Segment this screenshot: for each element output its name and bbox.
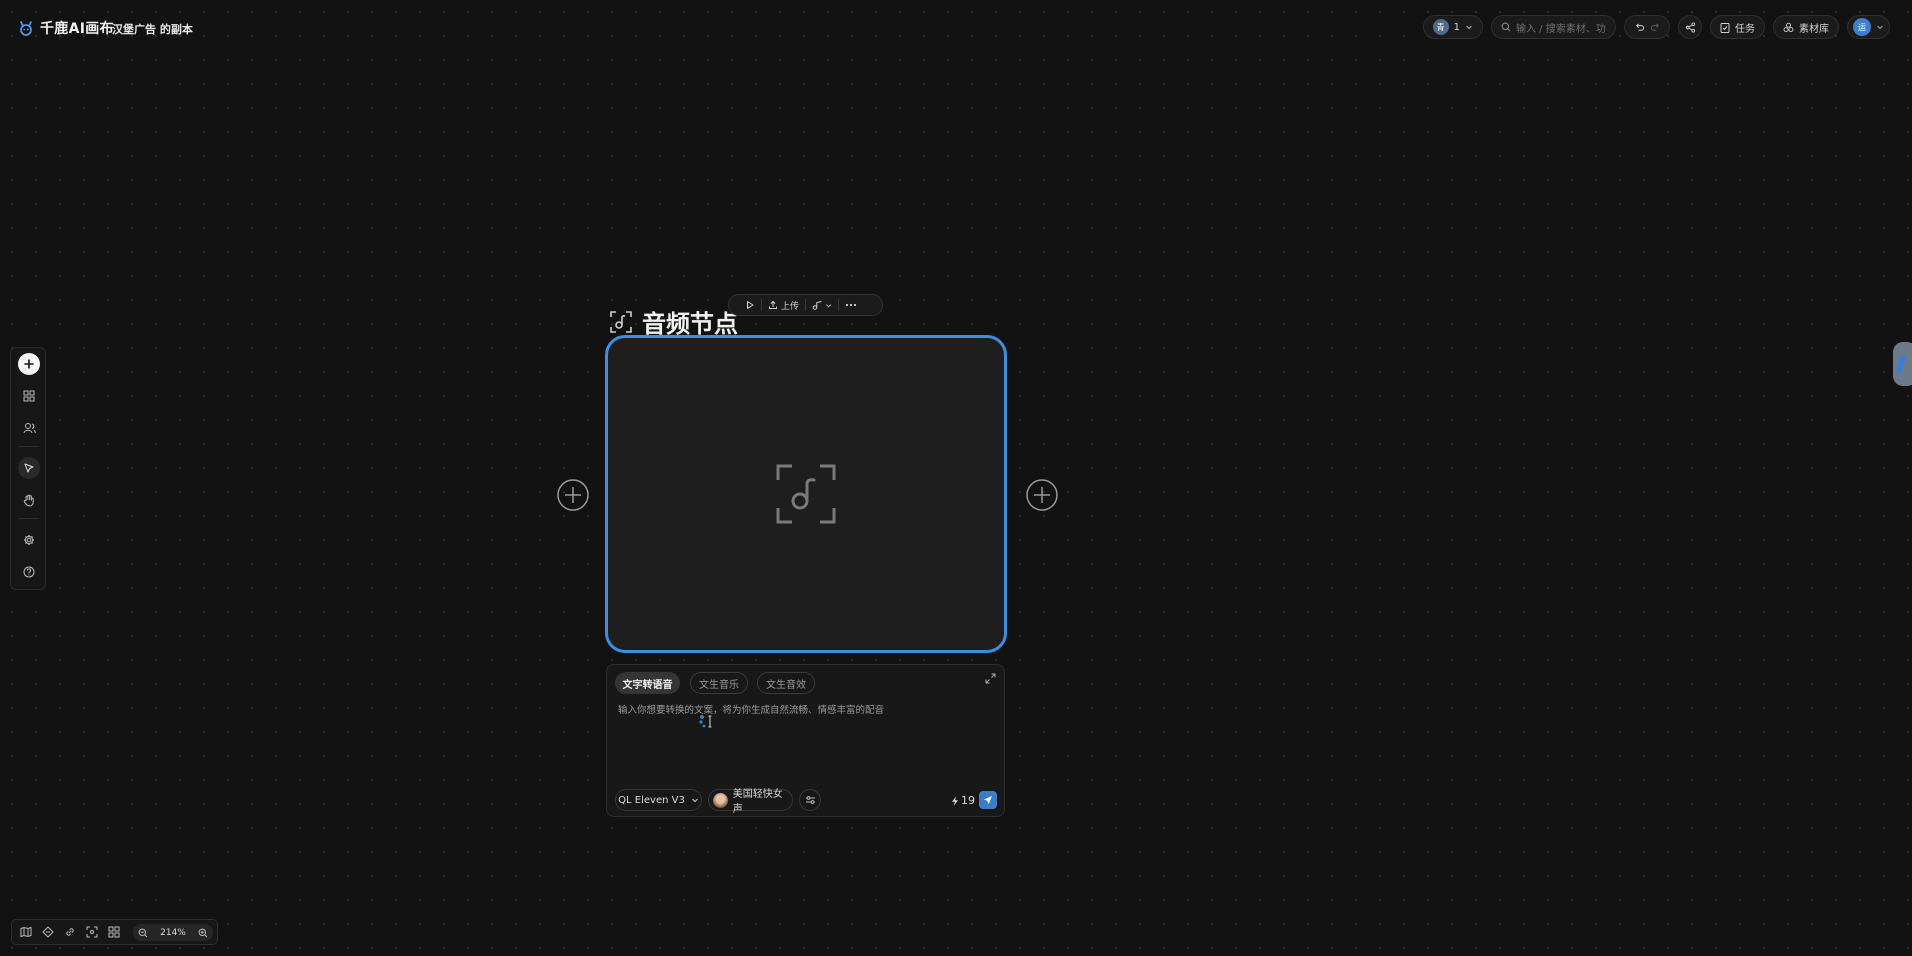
- search-placeholder: 输入 / 搜索素材、功能: [1516, 23, 1606, 35]
- history-controls: [1624, 15, 1670, 39]
- audio-type-dropdown[interactable]: [812, 300, 832, 310]
- node-toolbar: 上传: [728, 294, 883, 316]
- side-panel-tab[interactable]: [1893, 342, 1912, 386]
- voice-avatar: [713, 792, 728, 808]
- grid-icon[interactable]: [108, 926, 120, 938]
- lightning-icon: [951, 796, 959, 806]
- users-tool[interactable]: [18, 417, 40, 439]
- share-button[interactable]: [1678, 15, 1702, 39]
- brand-name: 千鹿AI画布: [40, 21, 114, 37]
- tab-text-to-sfx[interactable]: 文生音效: [757, 672, 815, 694]
- chevron-down-icon: [691, 796, 699, 804]
- zoom-level[interactable]: 214%: [160, 928, 186, 938]
- gear-icon: [23, 534, 35, 546]
- bottom-toolbar: 214%: [11, 919, 218, 945]
- link-icon[interactable]: [64, 926, 76, 938]
- loading-spinner-icon: [698, 713, 716, 729]
- plus-icon: [23, 358, 35, 370]
- zoom-control: 214%: [133, 924, 213, 941]
- grid-tool[interactable]: [18, 385, 40, 407]
- play-icon[interactable]: [745, 300, 755, 310]
- hand-icon: [23, 494, 35, 507]
- left-toolbar: [10, 347, 46, 590]
- upload-button[interactable]: 上传: [768, 299, 799, 312]
- node-title[interactable]: 音频节点: [642, 304, 738, 339]
- map-icon[interactable]: [20, 926, 32, 938]
- clipboard-icon: [1720, 22, 1730, 33]
- more-icon[interactable]: [845, 303, 857, 307]
- share-icon: [1685, 21, 1696, 33]
- prompt-input[interactable]: 输入你想要转换的文案，将为你生成自然流畅、情感丰富的配音: [618, 702, 884, 716]
- plus-circle-icon: [1026, 479, 1058, 511]
- document-title[interactable]: 汉堡广告 的副本: [112, 21, 193, 37]
- user-avatar: 运: [1853, 18, 1871, 36]
- add-left-node-button[interactable]: [557, 479, 589, 511]
- collaborators-button[interactable]: 青 1: [1422, 15, 1483, 39]
- help-icon: [23, 566, 35, 578]
- settings-tool[interactable]: [18, 529, 40, 551]
- member-count: 1: [1453, 21, 1460, 33]
- user-menu[interactable]: 运: [1847, 15, 1890, 39]
- send-button[interactable]: [979, 791, 997, 809]
- audio-node-card[interactable]: [605, 335, 1007, 653]
- upload-icon: [768, 300, 778, 310]
- sliders-icon: [805, 795, 816, 805]
- member-avatar: 青: [1432, 19, 1449, 35]
- send-icon: [983, 795, 993, 805]
- zoom-in-icon[interactable]: [198, 928, 208, 938]
- voice-select[interactable]: 美国轻快女声: [708, 789, 793, 815]
- tasks-label: 任务: [1735, 23, 1755, 35]
- search-input[interactable]: 输入 / 搜索素材、功能: [1491, 15, 1616, 39]
- users-icon: [23, 422, 36, 434]
- brand[interactable]: 千鹿AI画布: [18, 18, 114, 38]
- zoom-out-icon[interactable]: [138, 928, 148, 938]
- select-tool[interactable]: [18, 457, 40, 479]
- fit-icon[interactable]: [86, 926, 98, 938]
- chevron-down-icon: [1876, 23, 1884, 31]
- credits-value: 19: [961, 794, 975, 807]
- node-header: 音频节点: [610, 304, 738, 339]
- connect-icon[interactable]: [42, 926, 54, 938]
- search-icon: [1501, 22, 1511, 32]
- voice-settings-button[interactable]: [799, 789, 821, 811]
- chevron-down-icon: [825, 302, 832, 309]
- tab-text-to-music[interactable]: 文生音乐: [690, 672, 748, 694]
- model-select[interactable]: QL Eleven V3: [615, 789, 702, 811]
- undo-icon[interactable]: [1634, 22, 1645, 33]
- hand-tool[interactable]: [18, 489, 40, 511]
- generation-panel: 文字转语音 文生音乐 文生音效 输入你想要转换的文案，将为你生成自然流畅、情感丰…: [606, 664, 1005, 817]
- pointer-icon: [23, 462, 35, 474]
- tab-text-to-speech[interactable]: 文字转语音: [615, 672, 680, 694]
- upload-label: 上传: [781, 301, 800, 312]
- audio-placeholder-icon: [776, 464, 836, 524]
- topbar: 青 1 输入 / 搜索素材、功能 任务 素材库 运: [1422, 15, 1890, 39]
- chevron-down-icon: [1465, 23, 1473, 31]
- help-tool[interactable]: [18, 561, 40, 583]
- add-node-button[interactable]: [18, 353, 40, 375]
- expand-icon[interactable]: [985, 673, 996, 684]
- audio-node-icon: [610, 310, 632, 333]
- library-icon: [1783, 22, 1794, 33]
- library-label: 素材库: [1799, 23, 1829, 35]
- audio-note-icon: [812, 300, 823, 310]
- credits-cost: 19: [951, 794, 975, 807]
- tasks-button[interactable]: 任务: [1710, 15, 1765, 39]
- grid-icon: [23, 390, 35, 402]
- plus-circle-icon: [557, 479, 589, 511]
- library-button[interactable]: 素材库: [1773, 15, 1839, 39]
- model-label: QL Eleven V3: [618, 794, 685, 806]
- voice-label: 美国轻快女声: [732, 789, 783, 815]
- redo-icon[interactable]: [1650, 22, 1661, 33]
- add-right-node-button[interactable]: [1026, 479, 1058, 511]
- logo-icon: [18, 20, 34, 36]
